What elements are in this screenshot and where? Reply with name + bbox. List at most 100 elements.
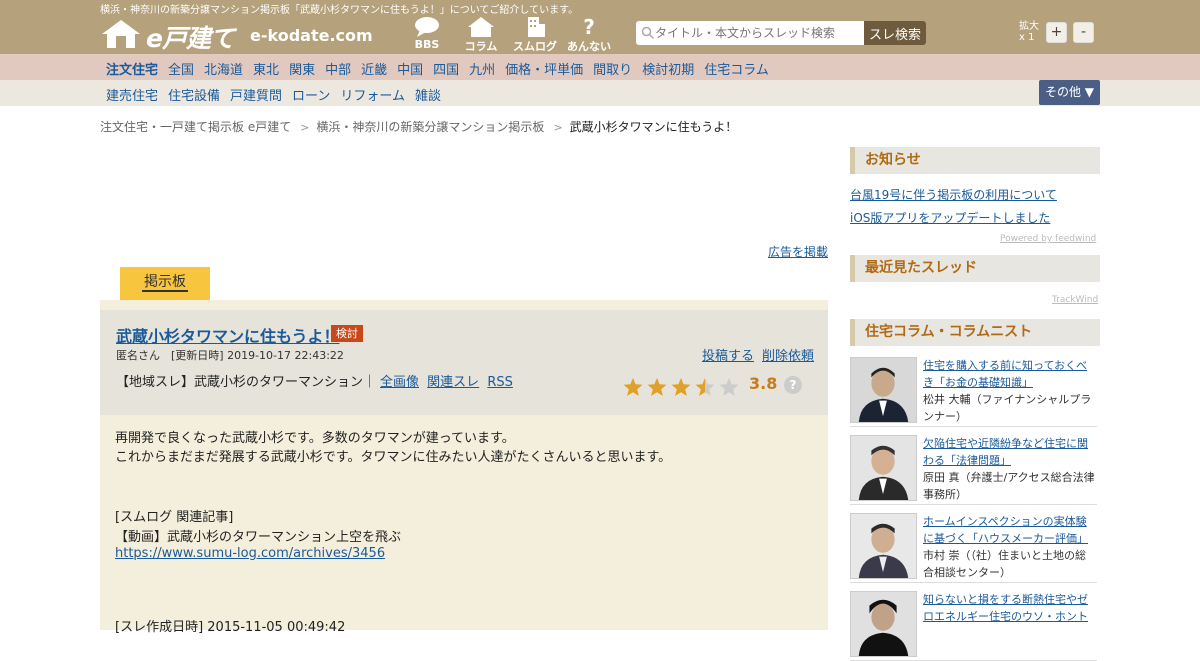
advertise-link[interactable]: 広告を掲載 — [768, 243, 828, 260]
post-body-line: 再開発で良くなった武蔵小杉です。多数のタワマンが建っています。 — [115, 431, 515, 446]
related-article-link[interactable]: https://www.sumu-log.com/archives/3456 — [115, 546, 385, 561]
column-item: 知らないと損をする断熱住宅やゼロエネルギー住宅のウソ・ホント — [850, 591, 1097, 661]
column-link[interactable]: 欠陥住宅や近隣紛争など住宅に関わる「法律問題」 — [923, 435, 1096, 469]
news-item[interactable]: 台風19号に伴う掲示板の利用について — [850, 186, 1057, 203]
rss-link[interactable]: RSS — [487, 375, 513, 390]
site-header: 横浜・神奈川の新築分譲マンション掲示板「武蔵小杉タワマンに住もうよ！」についてご… — [0, 0, 1200, 54]
recent-threads-heading: 最近見たスレッド — [850, 255, 1100, 282]
columnist-photo[interactable] — [850, 357, 917, 423]
news-item[interactable]: iOS版アプリをアップデートしました — [850, 209, 1050, 226]
logo-text: e戸建て — [146, 24, 235, 53]
thread-title[interactable]: 武蔵小杉タワマンに住もうよ！ — [116, 323, 340, 347]
column-item: 欠陥住宅や近隣紛争など住宅に関わる「法律問題」 原田 真（弁護士/アクセス総合法… — [850, 435, 1097, 505]
house-logo-icon — [102, 20, 140, 48]
nav-item-question[interactable]: 戸建質問 — [230, 85, 282, 104]
zoom-label-text: 拡大 — [1019, 21, 1039, 32]
star-icon — [623, 378, 643, 396]
primary-nav: 注文住宅 全国 北海道 東北 関東 中部 近畿 中国 四国 九州 価格・坪単価 … — [0, 54, 1200, 80]
breadcrumb-home[interactable]: 注文住宅・一戸建て掲示板 e戸建て — [100, 120, 291, 134]
nav-item-loan[interactable]: ローン — [292, 85, 330, 104]
column-author: 原田 真（弁護士/アクセス総合法律事務所） — [923, 471, 1095, 501]
nav-item-chugoku[interactable]: 中国 — [397, 59, 423, 78]
nav-item-column[interactable]: 住宅コラム — [704, 59, 769, 78]
zoom-in-button[interactable]: + — [1046, 22, 1067, 43]
nav-item-tohoku[interactable]: 東北 — [253, 59, 279, 78]
news-heading: お知らせ — [850, 147, 1100, 174]
nav-sumulog[interactable]: スムログ — [511, 16, 559, 54]
column-link[interactable]: 住宅を購入する前に知っておくべき「お金の基礎知識」 — [923, 357, 1096, 391]
powered-by-link[interactable]: Powered by feedwind — [1000, 234, 1096, 244]
columnist-photo[interactable] — [850, 435, 917, 501]
delete-request-button[interactable]: 削除依頼 — [762, 349, 814, 364]
nav-item-price[interactable]: 価格・坪単価 — [505, 59, 583, 78]
nav-item-hokkaido[interactable]: 北海道 — [204, 59, 243, 78]
column-item: ホームインスペクションの実体験に基づく「ハウスメーカー評価」 市村 崇（（社）住… — [850, 513, 1097, 583]
related-article-heading: [スムログ 関連記事] — [115, 510, 234, 525]
related-threads-link[interactable]: 関連スレ — [427, 375, 479, 390]
breadcrumb-board[interactable]: 横浜・神奈川の新築分譲マンション掲示板 — [316, 120, 544, 134]
logo-url: e-kodate.com — [250, 26, 373, 45]
thread-tags: 【地域スレ】武蔵小杉のタワーマンション｜ 全画像 関連スレ RSS — [116, 371, 513, 390]
column-author: 松井 大輔（ファイナンシャルプランナー） — [923, 393, 1092, 423]
column-heading: 住宅コラム・コラムニスト — [850, 319, 1100, 346]
status-badge: 検討 — [331, 325, 363, 342]
site-logo[interactable]: e戸建て e-kodate.com — [100, 18, 373, 53]
thread-created-at: [スレ作成日時] 2015-11-05 00:49:42 — [115, 620, 346, 635]
zoom-out-button[interactable]: - — [1073, 22, 1094, 43]
site-tagline: 横浜・神奈川の新築分譲マンション掲示板「武蔵小杉タワマンに住もうよ！」についてご… — [100, 5, 579, 16]
nav-item-chubu[interactable]: 中部 — [325, 59, 351, 78]
related-article-title: 【動画】武蔵小杉のタワーマンション上空を飛ぶ — [115, 530, 402, 545]
column-item: 住宅を購入する前に知っておくべき「お金の基礎知識」 松井 大輔（ファイナンシャル… — [850, 357, 1097, 427]
thread-meta: 匿名さん [更新日時] 2019-10-17 22:43:22 — [116, 349, 344, 362]
nav-item-reform[interactable]: リフォーム — [340, 85, 405, 104]
breadcrumb-separator: > — [300, 121, 310, 134]
tab-bbs[interactable]: 掲示板 — [120, 267, 210, 300]
post-button[interactable]: 投稿する — [702, 349, 754, 364]
search-icon — [641, 26, 655, 40]
breadcrumb-separator: > — [553, 121, 563, 134]
tab-bbs-label: 掲示板 — [142, 274, 188, 292]
breadcrumb: 注文住宅・一戸建て掲示板 e戸建て > 横浜・神奈川の新築分譲マンション掲示板 > 武蔵… — [100, 118, 737, 135]
half-star-icon — [695, 378, 715, 396]
columnist-photo[interactable] — [850, 513, 917, 579]
trackwind-link[interactable]: TrackWind — [1052, 295, 1098, 305]
star-icon — [671, 378, 691, 396]
thread-actions: 投稿する 削除依頼 — [702, 345, 822, 364]
nav-item-setsubi[interactable]: 住宅設備 — [168, 85, 220, 104]
nav-column[interactable]: コラム — [457, 16, 505, 54]
nav-bbs[interactable]: BBS — [403, 16, 451, 54]
nav-bbs-label: BBS — [414, 38, 440, 51]
nav-sumulog-label: スムログ — [513, 40, 557, 53]
column-link[interactable]: ホームインスペクションの実体験に基づく「ハウスメーカー評価」 — [923, 513, 1096, 547]
zoom-level: x 1 — [1019, 32, 1035, 43]
post-body-line: これからまだまだ発展する武蔵小杉です。タワマンに住みたい人達がたくさんいると思い… — [115, 450, 672, 465]
nav-item-zenkoku[interactable]: 全国 — [168, 59, 194, 78]
nav-guide-label: あんない — [567, 40, 611, 53]
help-icon[interactable]: ? — [784, 376, 802, 394]
nav-guide[interactable]: ? あんない — [565, 16, 613, 54]
nav-item-kentou[interactable]: 検討初期 — [642, 59, 694, 78]
nav-column-label: コラム — [464, 40, 498, 53]
question-icon: ? — [583, 15, 595, 39]
secondary-nav: 建売住宅 住宅設備 戸建質問 ローン リフォーム 雑談 — [0, 80, 1200, 106]
region-tag: 【地域スレ】武蔵小杉のタワーマンション｜ — [116, 375, 377, 390]
column-link[interactable]: 知らないと損をする断熱住宅やゼロエネルギー住宅のウソ・ホント — [923, 591, 1096, 625]
other-menu-button[interactable]: その他 ▼ — [1039, 80, 1100, 105]
nav-item-tateuri[interactable]: 建売住宅 — [106, 85, 158, 104]
columnist-photo[interactable] — [850, 591, 917, 657]
house-icon — [468, 17, 494, 37]
nav-item-kinki[interactable]: 近畿 — [361, 59, 387, 78]
nav-item-kanto[interactable]: 関東 — [289, 59, 315, 78]
thread-search-button[interactable]: スレ検索 — [864, 21, 926, 45]
nav-item-madori[interactable]: 間取り — [593, 59, 632, 78]
nav-item-shikoku[interactable]: 四国 — [433, 59, 459, 78]
zoom-label: 拡大 x 1 — [1019, 21, 1039, 43]
nav-item-zatsudan[interactable]: 雑談 — [415, 85, 441, 104]
star-icon — [647, 378, 667, 396]
nav-item-kyushu[interactable]: 九州 — [469, 59, 495, 78]
column-author: 市村 崇（（社）住まいと土地の総合相談センター） — [923, 549, 1086, 579]
all-images-link[interactable]: 全画像 — [380, 375, 419, 390]
nav-item-chumon[interactable]: 注文住宅 — [106, 59, 158, 78]
empty-star-icon — [719, 378, 739, 396]
thread-search-input[interactable] — [636, 21, 864, 45]
